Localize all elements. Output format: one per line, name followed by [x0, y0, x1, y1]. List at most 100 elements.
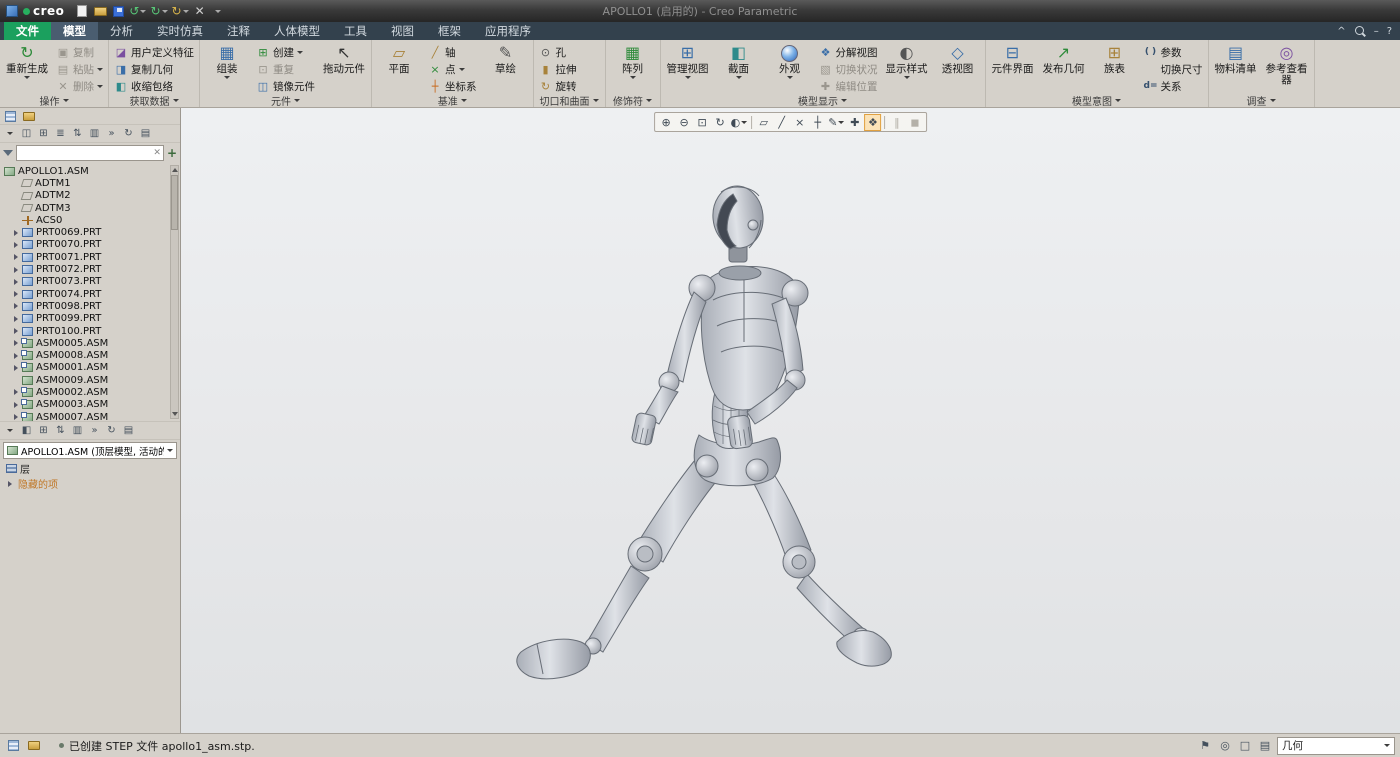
tab-manikin[interactable]: 人体模型	[262, 22, 332, 40]
events-flag-icon[interactable]: ⚑	[1197, 738, 1213, 754]
expander-icon[interactable]	[12, 413, 21, 421]
tree-item[interactable]: PRT0070.PRT	[0, 239, 170, 251]
expander-icon[interactable]	[12, 314, 21, 323]
tree-item[interactable]: ASM0005.ASM	[0, 337, 170, 349]
tree-menu-button[interactable]	[2, 126, 17, 142]
udf-button[interactable]: ◪用户定义特征	[111, 44, 197, 60]
tree-add-column-button[interactable]: ⊞	[36, 126, 51, 142]
selection-filter-combobox[interactable]: 几何	[1277, 737, 1395, 755]
group-label-component[interactable]: 元件	[202, 94, 369, 107]
tab-applications[interactable]: 应用程序	[473, 22, 543, 40]
3d-model-robot[interactable]	[481, 130, 941, 690]
tree-item[interactable]: ACS0	[0, 214, 170, 226]
tree-item[interactable]: PRT0074.PRT	[0, 288, 170, 300]
tab-live-simulation[interactable]: 实时仿真	[145, 22, 215, 40]
caret-down-icon[interactable]	[97, 68, 103, 71]
search-tool-icon[interactable]: ◎	[1217, 738, 1233, 754]
scrollbar-thumb[interactable]	[171, 175, 178, 230]
expander-icon[interactable]	[12, 351, 21, 360]
new-file-button[interactable]	[75, 3, 89, 19]
robot-left-leg[interactable]	[517, 460, 719, 679]
caret-down-icon[interactable]	[838, 121, 844, 124]
caret-down-icon[interactable]	[459, 68, 465, 71]
edit-position-button[interactable]: ✚编辑位置	[816, 78, 881, 94]
tree-item[interactable]: PRT0100.PRT	[0, 325, 170, 337]
add-filter-button[interactable]: +	[167, 147, 177, 159]
caret-down-icon[interactable]	[167, 449, 173, 452]
zoom-out-icon[interactable]: ⊖	[676, 114, 693, 131]
repaint-icon[interactable]: ↻	[712, 114, 729, 131]
tree-item[interactable]: PRT0073.PRT	[0, 276, 170, 288]
tree-item[interactable]: ASM0009.ASM	[0, 374, 170, 386]
3d-dragger-icon[interactable]: ❖	[864, 114, 881, 131]
tree-settings-button[interactable]: ▤	[138, 126, 153, 142]
caret-down-icon[interactable]	[97, 85, 103, 88]
datum-csys-display-icon[interactable]: ┼	[809, 114, 826, 131]
box-select-icon[interactable]: □	[1237, 738, 1253, 754]
tree-filter-input[interactable]	[19, 148, 151, 159]
bom-button[interactable]: ▤ 物料清单	[1211, 41, 1261, 94]
save-button[interactable]	[111, 3, 125, 19]
filter-funnel-icon[interactable]	[3, 150, 13, 156]
paste-button[interactable]: ▤粘贴	[53, 61, 106, 77]
folder-browser-tab[interactable]	[21, 110, 36, 123]
scroll-up-icon[interactable]	[171, 166, 178, 174]
expander-icon[interactable]	[12, 240, 21, 249]
expander-icon[interactable]	[12, 228, 21, 237]
clipboard-icon[interactable]: ▤	[1257, 738, 1273, 754]
copy-geometry-button[interactable]: ◨复制几何	[111, 61, 197, 77]
tree-item[interactable]: ADTM1	[0, 177, 170, 189]
browser-toggle-button[interactable]	[26, 738, 42, 754]
group-label-cut-surface[interactable]: 切口和曲面	[536, 94, 603, 107]
tab-framework[interactable]: 框架	[426, 22, 473, 40]
expander-icon[interactable]	[12, 388, 21, 397]
close-window-button[interactable]: ✕	[193, 3, 207, 19]
tab-view[interactable]: 视图	[379, 22, 426, 40]
component-interface-button[interactable]: ⊟ 元件界面	[988, 41, 1038, 94]
expander-icon[interactable]	[12, 290, 21, 299]
group-label-investigate[interactable]: 调查	[1211, 94, 1312, 107]
tree-item-root[interactable]: APOLLO1.ASM	[0, 165, 170, 177]
copy-button[interactable]: ▣复制	[53, 44, 106, 60]
tree-item[interactable]: ADTM2	[0, 190, 170, 202]
revolve-button[interactable]: ↻旋转	[536, 78, 580, 94]
minimize-button[interactable]: –	[1374, 26, 1379, 37]
group-label-model-display[interactable]: 模型显示	[663, 94, 983, 107]
caret-down-icon[interactable]	[904, 76, 910, 79]
tree-scrollbar[interactable]	[170, 165, 179, 419]
expander-icon[interactable]	[12, 265, 21, 274]
refit-icon[interactable]: ⊡	[694, 114, 711, 131]
hidden-items-row[interactable]: 隐藏的项	[0, 476, 180, 491]
caret-down-icon[interactable]	[741, 121, 747, 124]
open-file-button[interactable]	[93, 3, 107, 19]
expander-icon[interactable]	[6, 479, 15, 488]
pattern-button[interactable]: ▦ 阵列	[608, 41, 658, 94]
tree-item[interactable]: ASM0007.ASM	[0, 411, 170, 421]
datum-plane-button[interactable]: ▱ 平面	[374, 41, 424, 94]
datum-axis-button[interactable]: ╱轴	[425, 44, 480, 60]
caret-down-icon[interactable]	[24, 76, 30, 79]
expander-icon[interactable]	[12, 363, 21, 372]
tree-item[interactable]: PRT0069.PRT	[0, 226, 170, 238]
tree-sort-button[interactable]: ⇅	[70, 126, 85, 142]
group-label-operations[interactable]: 操作	[2, 94, 106, 107]
perspective-button[interactable]: ◇ 透视图	[933, 41, 983, 94]
extrude-button[interactable]: ▮拉伸	[536, 61, 580, 77]
tree-item[interactable]: PRT0098.PRT	[0, 300, 170, 312]
layer-menu-button[interactable]	[2, 423, 17, 439]
delete-button[interactable]: ✕删除	[53, 78, 106, 94]
datum-plane-display-icon[interactable]: ▱	[755, 114, 772, 131]
tree-refresh-button[interactable]: ↻	[121, 126, 136, 142]
tree-item[interactable]: ASM0003.ASM	[0, 399, 170, 411]
mirror-component-button[interactable]: ◫镜像元件	[253, 78, 318, 94]
graphics-viewport[interactable]: ⊕ ⊖ ⊡ ↻ ◐ ▱ ╱ × ┼ ✎ ✚ ❖ ‖ ◼	[181, 108, 1400, 733]
expander-icon[interactable]	[12, 302, 21, 311]
expander-icon[interactable]	[12, 400, 21, 409]
datum-csys-button[interactable]: ┼坐标系	[425, 78, 480, 94]
assemble-button[interactable]: ▦ 组装	[202, 41, 252, 94]
layer-settings-button[interactable]: ▤	[121, 423, 136, 439]
spin-center-icon[interactable]: ✚	[846, 114, 863, 131]
tree-item[interactable]: ASM0002.ASM	[0, 386, 170, 398]
tree-overflow-button[interactable]: »	[104, 126, 119, 142]
sketch-button[interactable]: ✎ 草绘	[481, 41, 531, 94]
